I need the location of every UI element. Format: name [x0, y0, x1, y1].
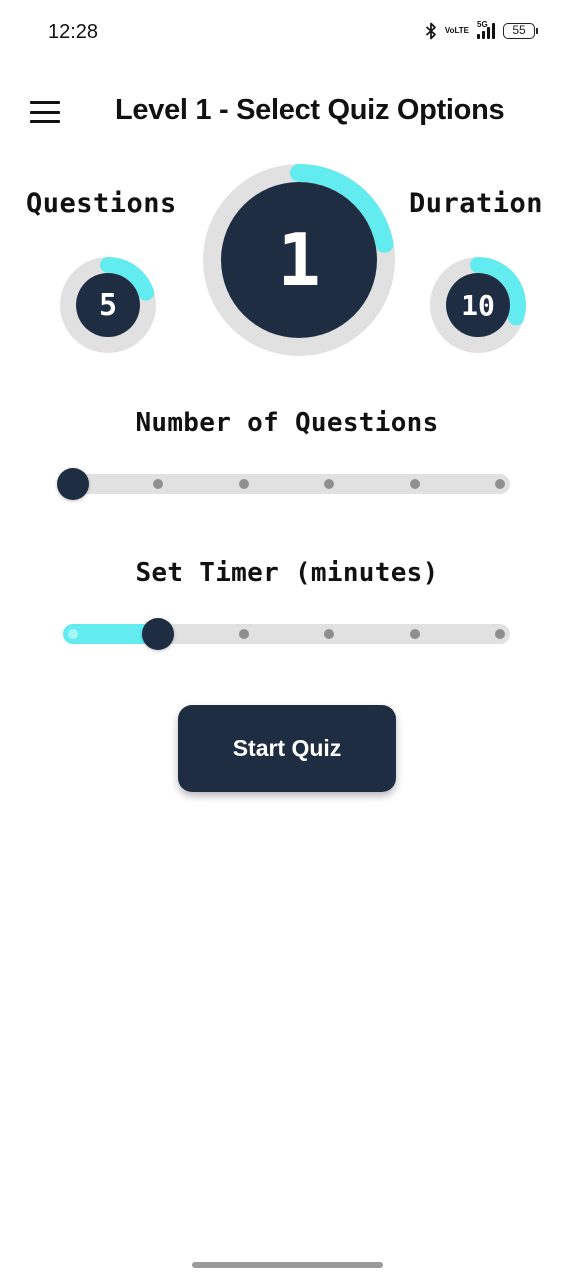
slider-tick[interactable] — [495, 479, 505, 489]
status-time: 12:28 — [48, 21, 99, 43]
questions-value: 5 — [98, 287, 118, 323]
hamburger-menu-icon[interactable] — [28, 98, 62, 126]
level-value: 1 — [277, 218, 321, 302]
level-dial: 1 — [203, 164, 395, 356]
questions-dial: 5 — [60, 257, 156, 353]
duration-value: 10 — [461, 288, 495, 322]
slider-tick[interactable] — [409, 479, 420, 489]
bluetooth-icon — [425, 22, 437, 40]
status-bar: 12:28 Vo LTE 5G 55 — [0, 0, 574, 66]
duration-dial: 10 — [430, 257, 526, 353]
battery-level: 55 — [503, 23, 535, 39]
duration-label: Duration — [409, 188, 544, 219]
slider-tick[interactable] — [238, 629, 249, 639]
questions-slider[interactable] — [57, 468, 510, 500]
signal-bar — [492, 23, 495, 39]
slider-thumb[interactable] — [142, 618, 175, 650]
slider-tick[interactable] — [409, 629, 420, 639]
questions-label: Questions — [26, 188, 177, 219]
timer-slider[interactable] — [63, 618, 510, 650]
volte-label-top: Vo — [444, 26, 455, 35]
signal-bar — [477, 34, 480, 39]
volte-label-bottom: LTE — [454, 26, 469, 35]
volte-icon: Vo LTE — [445, 27, 469, 35]
home-indicator[interactable] — [192, 1262, 383, 1268]
slider-tick[interactable] — [68, 629, 78, 639]
page-title: Level 1 - Select Quiz Options — [115, 94, 505, 126]
timer-slider-heading: Set Timer (minutes) — [135, 558, 439, 588]
slider-thumb[interactable] — [57, 468, 89, 500]
menu-line — [30, 101, 60, 104]
signal-bar — [482, 31, 485, 39]
menu-line — [30, 110, 60, 114]
start-quiz-button[interactable]: Start Quiz — [178, 705, 396, 792]
questions-slider-heading: Number of Questions — [135, 408, 439, 438]
battery-tip — [536, 28, 538, 34]
battery-icon: 55 — [503, 23, 538, 39]
network-type-label: 5G — [477, 20, 488, 29]
menu-line — [30, 120, 60, 123]
app-bar: Level 1 - Select Quiz Options — [0, 84, 574, 140]
slider-track[interactable] — [63, 474, 510, 494]
slider-tick[interactable] — [238, 479, 249, 489]
status-icons: Vo LTE 5G 55 — [425, 20, 538, 40]
signal-icon: 5G — [477, 20, 495, 39]
slider-tick[interactable] — [495, 629, 505, 639]
